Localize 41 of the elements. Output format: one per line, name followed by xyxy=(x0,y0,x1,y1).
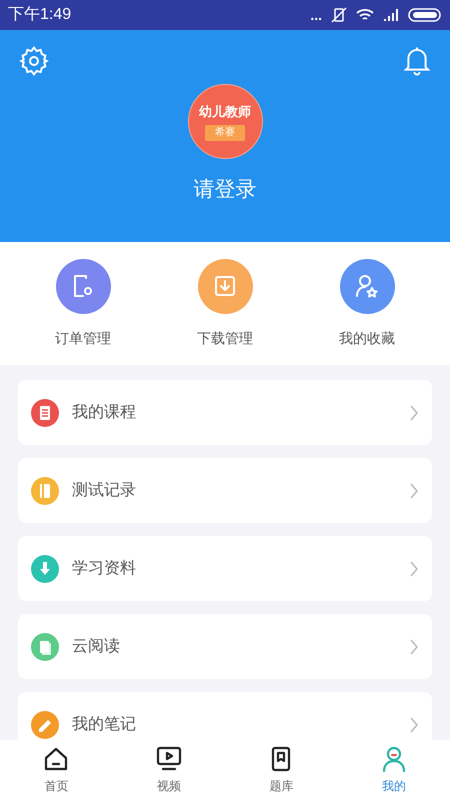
menu-item[interactable]: 我的课程 xyxy=(18,380,432,445)
status-dots: ... xyxy=(310,6,322,24)
shortcut-button[interactable]: 我的收藏 xyxy=(312,258,422,348)
menu-label: 云阅读 xyxy=(72,636,121,656)
menu-item[interactable]: 云阅读 xyxy=(18,614,432,679)
chevron-right-icon xyxy=(409,560,419,578)
menu-label: 学习资料 xyxy=(72,558,137,578)
nav-tab[interactable]: 视频 xyxy=(128,745,209,795)
user-star-icon xyxy=(354,273,380,299)
settings-icon[interactable] xyxy=(18,45,50,77)
shortcut-label: 订单管理 xyxy=(55,328,111,348)
menu-item[interactable]: 我的笔记 xyxy=(18,692,432,740)
battery-icon xyxy=(408,7,442,23)
download-icon xyxy=(212,273,238,299)
shortcut-label: 下载管理 xyxy=(197,328,253,348)
chevron-right-icon xyxy=(409,638,419,656)
shortcut-label: 我的收藏 xyxy=(339,328,395,348)
chevron-right-icon xyxy=(409,404,419,422)
menu-label: 测试记录 xyxy=(72,480,137,500)
menu-label: 我的课程 xyxy=(72,402,137,422)
page-icon xyxy=(31,632,59,660)
status-time: 下午1:49 xyxy=(8,5,72,25)
book-icon xyxy=(31,476,59,504)
shortcut-button[interactable]: 订单管理 xyxy=(28,258,138,348)
nav-tab[interactable]: 题库 xyxy=(241,745,322,795)
list-icon xyxy=(31,398,59,426)
nav-tab[interactable]: 首页 xyxy=(16,745,96,795)
shortcut-button[interactable]: 下载管理 xyxy=(170,258,280,348)
avatar-badge: 希赛 xyxy=(205,125,245,142)
video-icon xyxy=(154,745,183,773)
download-icon xyxy=(31,554,59,582)
menu-item[interactable]: 学习资料 xyxy=(18,536,432,601)
chevron-right-icon xyxy=(409,716,419,734)
avatar-title: 幼儿教师 xyxy=(199,102,251,121)
notification-bell-icon[interactable] xyxy=(402,45,432,77)
menu-item[interactable]: 测试记录 xyxy=(18,458,432,523)
menu-label: 我的笔记 xyxy=(72,714,137,734)
chevron-right-icon xyxy=(409,482,419,500)
nav-tab[interactable]: 我的 xyxy=(354,745,434,795)
vibrate-off-icon xyxy=(330,7,348,23)
signal-icon xyxy=(382,7,400,23)
